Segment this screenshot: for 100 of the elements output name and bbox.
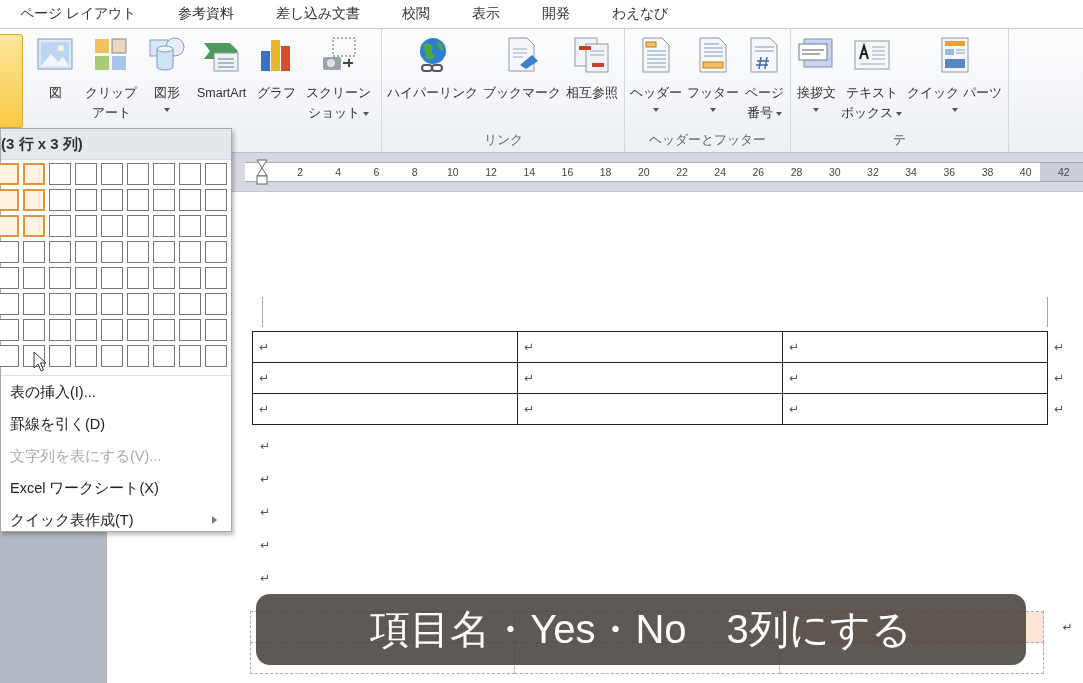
grid-cell[interactable]: [205, 215, 227, 237]
ribbon-button[interactable]: SmartArt: [195, 35, 249, 130]
grid-cell[interactable]: [23, 215, 45, 237]
grid-cell[interactable]: [153, 267, 175, 289]
ribbon-tab[interactable]: 表示: [471, 5, 500, 23]
grid-cell[interactable]: [153, 215, 175, 237]
grid-cell[interactable]: [0, 267, 19, 289]
grid-cell[interactable]: [75, 267, 97, 289]
grid-cell[interactable]: [205, 267, 227, 289]
ribbon-tab[interactable]: 参考資料: [177, 5, 234, 23]
ribbon-button[interactable]: ヘッダー: [628, 35, 685, 130]
grid-cell[interactable]: [23, 267, 45, 289]
ribbon-tab[interactable]: 差し込み文書: [275, 5, 360, 23]
grid-cell[interactable]: [75, 319, 97, 341]
grid-cell[interactable]: [127, 267, 149, 289]
grid-cell[interactable]: [0, 163, 19, 185]
grid-cell[interactable]: [153, 241, 175, 263]
grid-cell[interactable]: [49, 215, 71, 237]
grid-cell[interactable]: [0, 345, 19, 367]
grid-cell[interactable]: [75, 293, 97, 315]
grid-cell[interactable]: [101, 267, 123, 289]
indent-marker-icon[interactable]: [256, 159, 268, 185]
grid-cell[interactable]: [49, 189, 71, 211]
ribbon-tab[interactable]: わえなび: [611, 5, 668, 23]
grid-cell[interactable]: [179, 319, 201, 341]
ribbon-button[interactable]: グラフ: [254, 35, 299, 130]
grid-cell[interactable]: [23, 293, 45, 315]
ribbon-button[interactable]: ハイパーリンク: [385, 35, 481, 130]
grid-cell[interactable]: [205, 163, 227, 185]
grid-cell[interactable]: [101, 189, 123, 211]
grid-cell[interactable]: [127, 189, 149, 211]
grid-cell[interactable]: [127, 241, 149, 263]
grid-cell[interactable]: [127, 163, 149, 185]
grid-cell[interactable]: [127, 215, 149, 237]
ribbon-button[interactable]: テキスト ボックス: [839, 35, 905, 130]
grid-cell[interactable]: [153, 345, 175, 367]
grid-cell[interactable]: [153, 293, 175, 315]
grid-cell[interactable]: [101, 241, 123, 263]
grid-cell[interactable]: [179, 189, 201, 211]
menu-item[interactable]: 罫線を引く(D): [1, 408, 231, 440]
grid-cell[interactable]: [23, 163, 45, 185]
grid-cell[interactable]: [179, 293, 201, 315]
ribbon-button[interactable]: クリップ アート: [83, 35, 139, 130]
ribbon-button[interactable]: フッター: [685, 35, 742, 130]
grid-cell[interactable]: [205, 345, 227, 367]
grid-cell[interactable]: [127, 319, 149, 341]
ribbon-tab[interactable]: 開発: [541, 5, 570, 23]
grid-cell[interactable]: [127, 293, 149, 315]
grid-cell[interactable]: [75, 345, 97, 367]
grid-cell[interactable]: [75, 163, 97, 185]
grid-cell[interactable]: [179, 241, 201, 263]
grid-cell[interactable]: [0, 319, 19, 341]
grid-cell[interactable]: [101, 215, 123, 237]
ribbon-button[interactable]: 挨拶文: [794, 35, 839, 130]
grid-cell[interactable]: [49, 319, 71, 341]
grid-cell[interactable]: [49, 241, 71, 263]
ribbon-tab[interactable]: ページ レイアウト: [20, 5, 136, 23]
grid-cell[interactable]: [205, 293, 227, 315]
grid-cell[interactable]: [75, 189, 97, 211]
grid-cell[interactable]: [127, 345, 149, 367]
grid-cell[interactable]: [49, 267, 71, 289]
grid-cell[interactable]: [75, 241, 97, 263]
grid-cell[interactable]: [0, 215, 19, 237]
grid-cell[interactable]: [101, 163, 123, 185]
grid-cell[interactable]: [153, 319, 175, 341]
ribbon-button[interactable]: ブックマーク: [481, 35, 564, 130]
row-end-mark: ↵: [1054, 402, 1065, 416]
grid-cell[interactable]: [0, 189, 19, 211]
menu-item[interactable]: クイック表作成(T): [1, 504, 231, 536]
ribbon-button[interactable]: 相互参照: [564, 35, 621, 130]
grid-cell[interactable]: [205, 241, 227, 263]
grid-cell[interactable]: [101, 319, 123, 341]
grid-cell[interactable]: [205, 189, 227, 211]
menu-item[interactable]: Excel ワークシート(X): [1, 472, 231, 504]
grid-cell[interactable]: [179, 215, 201, 237]
grid-cell[interactable]: [179, 267, 201, 289]
menu-item[interactable]: 表の挿入(I)...: [1, 376, 231, 408]
grid-cell[interactable]: [101, 345, 123, 367]
ruler-number: 28: [789, 165, 804, 180]
grid-cell[interactable]: [101, 293, 123, 315]
ribbon-button[interactable]: スクリーン ショット: [304, 35, 374, 130]
grid-cell[interactable]: [153, 163, 175, 185]
grid-cell[interactable]: [49, 345, 71, 367]
grid-cell[interactable]: [0, 241, 19, 263]
ribbon-button[interactable]: 図形: [145, 35, 189, 130]
ribbon-button[interactable]: クイック パーツ: [905, 35, 1004, 130]
grid-cell[interactable]: [23, 319, 45, 341]
grid-cell[interactable]: [205, 319, 227, 341]
grid-cell[interactable]: [179, 163, 201, 185]
ribbon-tab[interactable]: 校閲: [401, 5, 430, 23]
grid-cell[interactable]: [23, 189, 45, 211]
grid-cell[interactable]: [49, 293, 71, 315]
grid-cell[interactable]: [75, 215, 97, 237]
grid-cell[interactable]: [23, 241, 45, 263]
grid-cell[interactable]: [0, 293, 19, 315]
grid-cell[interactable]: [49, 163, 71, 185]
ribbon-button[interactable]: ページ 番号: [742, 35, 787, 130]
ribbon-button[interactable]: 図: [33, 35, 77, 130]
grid-cell[interactable]: [153, 189, 175, 211]
grid-cell[interactable]: [179, 345, 201, 367]
